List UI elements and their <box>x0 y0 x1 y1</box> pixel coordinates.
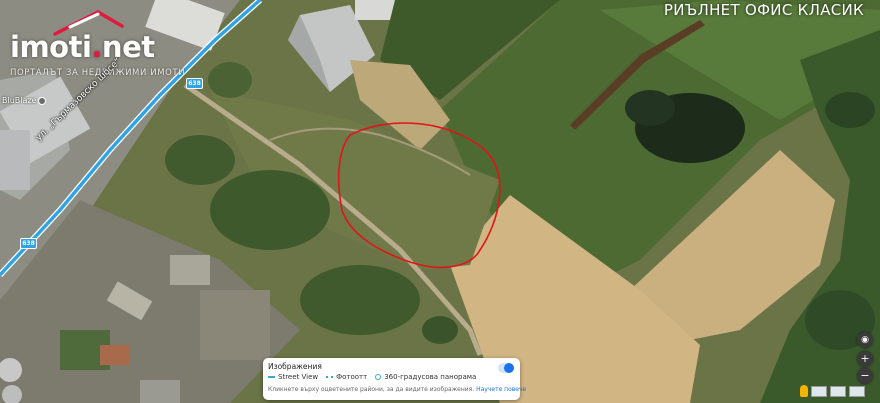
line-icon <box>268 376 275 378</box>
imagery-hint: Кликнете върху оцветените райони, за да … <box>268 386 527 393</box>
ring-icon <box>375 374 382 380</box>
zoom-out-button[interactable]: − <box>857 368 873 384</box>
imagery-panel: Изображения Street View Фотоотт 360-град… <box>263 358 526 400</box>
imagery-toggle[interactable] <box>498 363 514 373</box>
layers-icon[interactable] <box>811 385 827 397</box>
zoom-in-button[interactable]: + <box>857 351 873 367</box>
legend-item-street-view: Street View <box>268 373 318 381</box>
learn-more-link[interactable]: Научете повече <box>476 386 526 393</box>
poi-label[interactable]: BluBlaze <box>2 96 46 105</box>
logo-text: imoti.net <box>10 30 155 64</box>
legend-item-photo: Фотоотт <box>326 373 367 381</box>
compass-button[interactable]: ◉ <box>857 332 873 348</box>
imagery-legend: Street View Фотоотт 360-градусова панора… <box>268 373 476 381</box>
map-type-icon[interactable] <box>830 385 846 397</box>
road-number-shield: 638 <box>186 78 203 89</box>
imagery-icon[interactable] <box>849 385 865 397</box>
map-footer-controls <box>800 384 880 398</box>
agency-watermark: РИЪЛНЕТ ОФИС КЛАСИК <box>663 1 864 19</box>
poi-pin-icon <box>37 96 46 105</box>
legend-item-panorama: 360-градусова панорама <box>375 373 476 381</box>
pegman-icon[interactable] <box>800 385 808 397</box>
road-number-shield: 638 <box>20 238 37 249</box>
dotted-line-icon <box>326 376 334 378</box>
imagery-panel-title: Изображения <box>268 362 322 371</box>
